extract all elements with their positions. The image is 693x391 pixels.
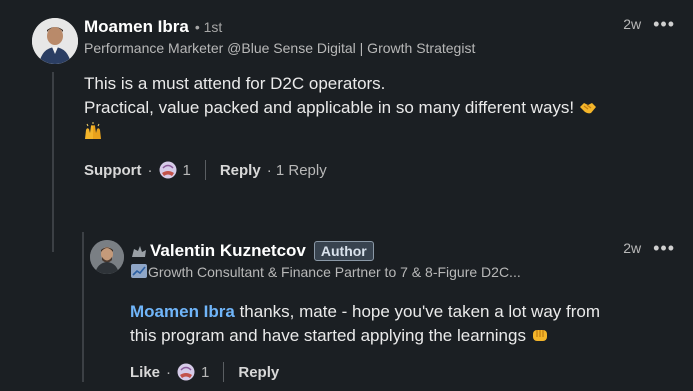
author-name[interactable]: Valentin Kuznetcov (150, 241, 306, 261)
reply-body: Moamen Ibra thanks, mate - hope you've t… (130, 300, 675, 348)
support-reaction-icon[interactable] (159, 161, 177, 179)
author-badge: Author (313, 241, 374, 261)
author-headline: Performance Marketer @Blue Sense Digital… (84, 40, 476, 56)
reply-comment: Valentin Kuznetcov Author Growth Consult… (130, 239, 675, 382)
reply-text-line: thanks, mate - hope you've taken a lot w… (234, 302, 601, 321)
avatar-photo (32, 18, 78, 64)
fist-bump-emoji-icon (532, 330, 547, 341)
separator-dot: · (147, 161, 153, 179)
profile-badge-icon (132, 246, 146, 257)
timestamp: 2w (623, 16, 642, 32)
chart-icon (131, 264, 147, 278)
reaction-count[interactable]: 1 (183, 162, 191, 179)
reply-button[interactable]: Reply (238, 364, 279, 381)
author-name[interactable]: Moamen Ibra (84, 17, 189, 37)
avatar-photo (90, 240, 124, 274)
support-reaction-icon[interactable] (177, 363, 195, 381)
author-headline: Growth Consultant & Finance Partner to 7… (148, 264, 521, 280)
reply-button[interactable]: Reply (220, 162, 261, 179)
mention-link[interactable]: Moamen Ibra (130, 302, 235, 321)
support-button[interactable]: Support (84, 162, 142, 179)
reply-text-line: this program and have started applying t… (130, 326, 526, 345)
avatar[interactable] (32, 18, 78, 64)
reply-count[interactable]: · 1 Reply (267, 162, 327, 179)
separator-dot: · (166, 363, 172, 381)
divider (223, 362, 225, 382)
more-options-icon[interactable]: ••• (653, 15, 675, 33)
comment-body: This is a must attend for D2C operators.… (84, 72, 675, 144)
connection-degree: • 1st (194, 19, 223, 35)
divider (204, 160, 206, 180)
reply-thread-line (82, 232, 84, 382)
raised-hands-emoji-icon (85, 122, 101, 139)
handshake-emoji-icon (579, 103, 596, 114)
more-options-icon[interactable]: ••• (653, 239, 675, 257)
reply-avatar[interactable] (90, 240, 124, 274)
comment-text-line: This is a must attend for D2C operators. (84, 74, 386, 93)
timestamp: 2w (623, 240, 642, 256)
comment: Moamen Ibra • 1st Performance Marketer @… (84, 15, 675, 180)
reaction-count[interactable]: 1 (201, 364, 209, 381)
thread-line (52, 72, 54, 252)
like-button[interactable]: Like (130, 364, 160, 381)
author-headline-row: Growth Consultant & Finance Partner to 7… (130, 262, 600, 282)
comment-text-line: Practical, value packed and applicable i… (84, 98, 575, 117)
